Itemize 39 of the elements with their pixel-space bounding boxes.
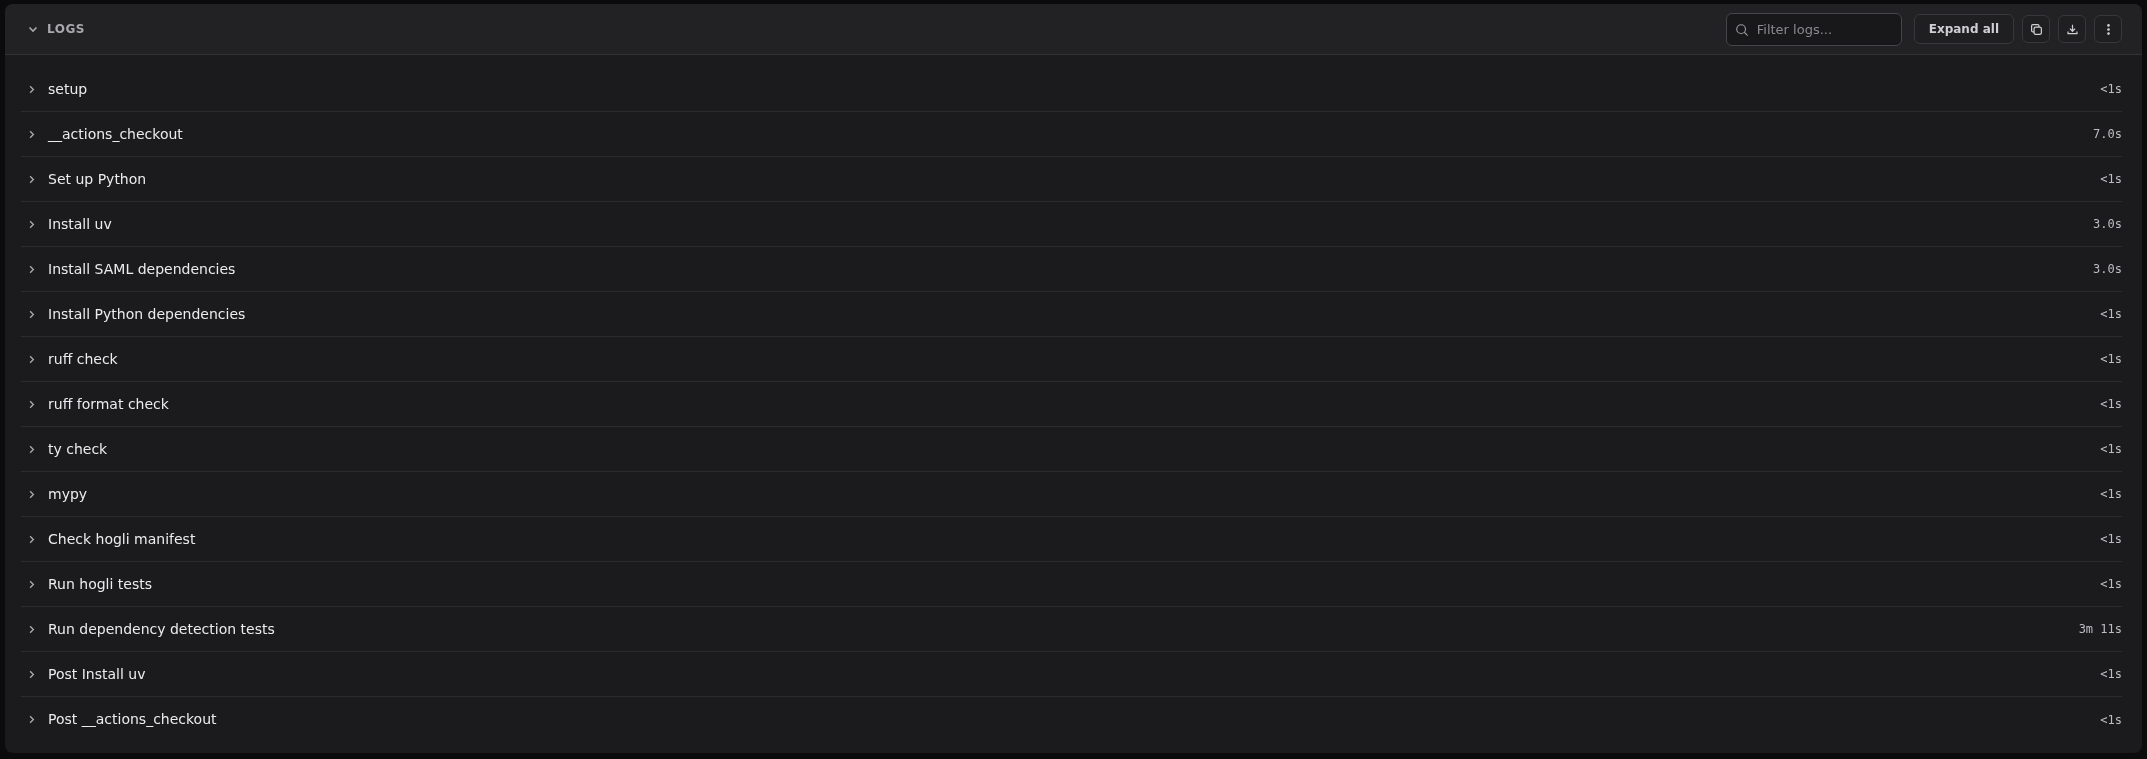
step-name[interactable]: __actions_checkout (48, 123, 183, 145)
step-name[interactable]: setup (48, 78, 88, 100)
step-name[interactable]: Run hogli tests (48, 573, 153, 595)
search-icon (1734, 22, 1749, 37)
step-duration: 3m 11s (2078, 621, 2122, 638)
step-duration: <1s (2100, 531, 2122, 548)
step-duration: <1s (2100, 666, 2122, 683)
step-name[interactable]: Check hogli manifest (48, 528, 196, 550)
step-duration: <1s (2100, 306, 2122, 323)
copy-icon (2029, 22, 2043, 36)
step-duration: <1s (2100, 576, 2122, 593)
step-name[interactable]: Post Install uv (48, 663, 146, 685)
step-name[interactable]: ty check (48, 438, 108, 460)
download-icon (2065, 22, 2079, 36)
step-name[interactable]: ruff format check (48, 393, 169, 415)
step-duration: <1s (2100, 711, 2122, 729)
step-duration: 7.0s (2093, 126, 2122, 143)
step-name[interactable]: Install SAML dependencies (48, 258, 236, 280)
step-name[interactable]: ruff check (48, 348, 118, 370)
step-duration: <1s (2100, 441, 2122, 458)
step-duration: 3.0s (2093, 261, 2122, 278)
download-button[interactable] (2058, 15, 2086, 43)
step-duration: <1s (2100, 81, 2122, 98)
expand-all-button[interactable]: Expand all (1913, 14, 2014, 44)
step-name[interactable]: Install uv (48, 213, 112, 235)
step-name[interactable]: Run dependency detection tests (48, 618, 275, 640)
filter-field[interactable]: Filter logs... (1725, 12, 1902, 46)
step-duration: <1s (2100, 396, 2122, 413)
step-name[interactable]: Set up Python (48, 168, 147, 190)
step-name[interactable]: Install Python dependencies (48, 303, 246, 325)
step-duration: 3.0s (2093, 216, 2122, 233)
step-duration: <1s (2100, 486, 2122, 503)
panel-title: LOGS (47, 21, 85, 38)
copy-button[interactable] (2022, 15, 2050, 43)
step-name[interactable]: Post __actions_checkout (48, 709, 217, 730)
step-name[interactable]: mypy (48, 483, 88, 505)
more-button[interactable] (2094, 15, 2122, 43)
step-duration: <1s (2100, 351, 2122, 368)
step-duration: <1s (2100, 171, 2122, 188)
